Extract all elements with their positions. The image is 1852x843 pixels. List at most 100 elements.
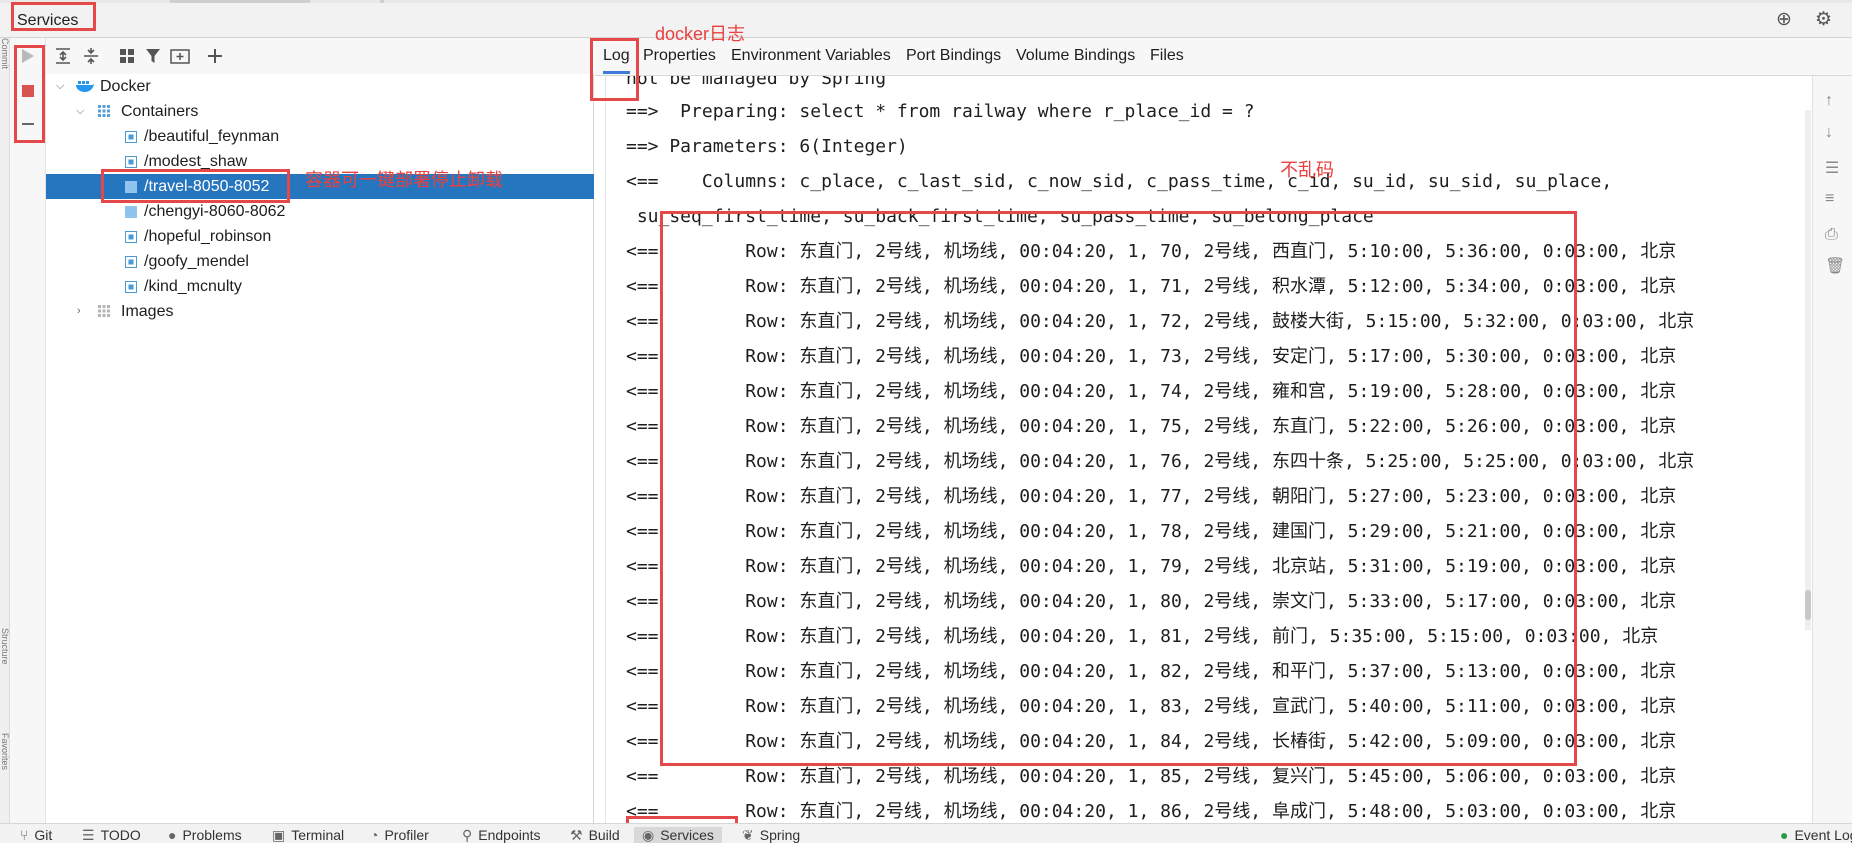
list-icon: ☰ bbox=[82, 827, 95, 843]
container-icon bbox=[125, 156, 137, 168]
tree-node-containers[interactable]: ⌵ Containers bbox=[46, 99, 594, 124]
scrollbar-thumb[interactable] bbox=[1805, 590, 1811, 620]
scroll-to-end-icon[interactable]: ≡ bbox=[1825, 190, 1834, 208]
bottom-tab-spring[interactable]: ❦ Spring bbox=[742, 827, 800, 843]
soft-wrap-icon[interactable]: ☰ bbox=[1825, 158, 1839, 178]
log-line: <== Row: 东直门, 2号线, 机场线, 00:04:20, 1, 86,… bbox=[626, 801, 1677, 822]
bottom-tab-event-log[interactable]: ● Event Log bbox=[1780, 827, 1852, 843]
spring-icon: ❦ bbox=[742, 827, 754, 843]
build-icon: ⚒ bbox=[570, 827, 583, 843]
annotation-box-log-tab bbox=[590, 38, 639, 101]
filter-icon[interactable] bbox=[144, 47, 162, 65]
annotation-container-actions: 容器可一键部署停止卸载 bbox=[305, 170, 503, 190]
bottom-tool-bar: ⑂ Git ☰ TODO ● Problems ▣ Terminal ◔ Profiler… bbox=[0, 823, 1852, 843]
bottom-tab-build[interactable]: ⚒ Build bbox=[570, 827, 620, 843]
new-group-icon[interactable] bbox=[170, 47, 190, 65]
container-icon bbox=[125, 131, 137, 143]
bottom-tab-label: Endpoints bbox=[478, 827, 541, 843]
trash-icon[interactable]: 🗑 bbox=[1825, 256, 1845, 276]
side-label-structure[interactable]: Structure bbox=[0, 628, 10, 718]
tree-node-images[interactable]: › Images bbox=[46, 299, 594, 324]
tree-node-label: Images bbox=[121, 303, 174, 320]
containers-icon bbox=[98, 105, 110, 117]
container-icon bbox=[125, 231, 137, 243]
info-icon: ● bbox=[168, 827, 177, 843]
expand-all-icon[interactable] bbox=[54, 47, 72, 65]
container-name: /goofy_mendel bbox=[144, 253, 249, 270]
bottom-tab-problems[interactable]: ● Problems bbox=[168, 827, 242, 843]
container-action-toolbar bbox=[10, 38, 46, 823]
tree-container-item[interactable]: /goofy_mendel bbox=[46, 249, 594, 274]
services-toolbar bbox=[46, 38, 594, 74]
log-line: ==> Preparing: select * from railway whe… bbox=[626, 101, 1255, 122]
scroll-down-icon[interactable]: ↓ bbox=[1825, 124, 1833, 142]
chevron-right-icon[interactable]: › bbox=[77, 299, 81, 324]
annotation-docker-log: docker日志 bbox=[655, 24, 746, 44]
left-side-strip: Commit Structure Favorites bbox=[0, 38, 10, 823]
add-icon[interactable] bbox=[206, 47, 224, 65]
tree-container-item[interactable]: /hopeful_robinson bbox=[46, 224, 594, 249]
tree-node-label: Docker bbox=[100, 78, 151, 95]
endpoints-icon: ⚲ bbox=[462, 827, 473, 843]
log-line: ==> Parameters: 6(Integer) bbox=[626, 136, 908, 157]
scroll-up-icon[interactable]: ↑ bbox=[1825, 92, 1833, 110]
container-name: /beautiful_feynman bbox=[144, 128, 280, 145]
log-tool-column: ↑ ↓ ☰ ≡ ⎙ 🗑 bbox=[1812, 76, 1852, 823]
annotation-box-services-title bbox=[11, 2, 96, 31]
container-icon bbox=[125, 281, 137, 293]
container-name: /kind_mcnulty bbox=[144, 278, 242, 295]
tab-files[interactable]: Files bbox=[1150, 47, 1184, 65]
print-icon[interactable]: ⎙ bbox=[1825, 226, 1838, 244]
bottom-tab-label: Problems bbox=[182, 827, 242, 843]
bottom-tab-label: Spring bbox=[759, 827, 801, 843]
container-icon bbox=[125, 256, 137, 268]
group-icon[interactable] bbox=[118, 47, 136, 65]
bottom-tab-terminal[interactable]: ▣ Terminal bbox=[272, 827, 344, 843]
detail-tab-bar: Log Properties Environment Variables Por… bbox=[595, 38, 1852, 76]
git-icon: ⑂ bbox=[20, 827, 29, 843]
tree-node-label: Containers bbox=[121, 103, 199, 120]
tree-container-item[interactable]: /kind_mcnulty bbox=[46, 274, 594, 299]
bottom-tab-label: Terminal bbox=[291, 827, 345, 843]
log-line: <== Columns: c_place, c_last_sid, c_now_… bbox=[626, 171, 1613, 192]
annotation-box-log-rows bbox=[660, 211, 1577, 766]
chevron-down-icon[interactable]: ⌵ bbox=[76, 99, 84, 124]
bottom-tab-git[interactable]: ⑂ Git bbox=[20, 827, 52, 843]
services-title-bar: Services ⊕ ⚙ bbox=[0, 3, 1852, 38]
tree-container-item[interactable]: /beautiful_feynman bbox=[46, 124, 594, 149]
bottom-tab-label: Git bbox=[34, 827, 53, 843]
annotation-box-action-buttons bbox=[14, 45, 45, 143]
bottom-tab-label: Services bbox=[660, 827, 714, 843]
ide-window: { "title": "Services", "toolbar": {"icon… bbox=[0, 0, 1852, 843]
tab-port-bindings[interactable]: Port Bindings bbox=[906, 47, 1001, 65]
bottom-tab-endpoints[interactable]: ⚲ Endpoints bbox=[462, 827, 541, 843]
bottom-tab-label: Build bbox=[588, 827, 620, 843]
side-label-favorites[interactable]: Favorites bbox=[0, 733, 10, 813]
bottom-tab-profiler[interactable]: ◔ Profiler bbox=[370, 827, 429, 843]
event-log-icon: ● bbox=[1780, 827, 1789, 843]
bottom-tab-label: Profiler bbox=[384, 827, 429, 843]
tab-environment-variables[interactable]: Environment Variables bbox=[731, 47, 891, 65]
bottom-tab-label: TODO bbox=[100, 827, 141, 843]
side-label-commit[interactable]: Commit bbox=[0, 38, 10, 78]
tab-properties[interactable]: Properties bbox=[643, 47, 716, 65]
log-line: not be managed by Spring bbox=[626, 76, 887, 89]
gear-icon[interactable]: ⚙ bbox=[1815, 10, 1832, 30]
annotation-box-selected-container bbox=[101, 169, 290, 203]
globe-icon[interactable]: ⊕ bbox=[1776, 10, 1792, 30]
services-icon: ◉ bbox=[642, 827, 655, 843]
annotation-no-garble: 不乱码 bbox=[1280, 160, 1334, 180]
container-icon bbox=[125, 206, 137, 218]
bottom-tab-todo[interactable]: ☰ TODO bbox=[82, 827, 141, 843]
profiler-icon: ◔ bbox=[370, 827, 379, 843]
chevron-down-icon[interactable]: ⌵ bbox=[56, 74, 64, 99]
tree-node-docker[interactable]: ⌵ Docker bbox=[46, 74, 594, 99]
container-name: /hopeful_robinson bbox=[144, 228, 272, 245]
log-scrollbar[interactable] bbox=[1805, 110, 1811, 630]
tab-volume-bindings[interactable]: Volume Bindings bbox=[1016, 47, 1135, 65]
collapse-all-icon[interactable] bbox=[82, 47, 100, 65]
terminal-icon: ▣ bbox=[272, 827, 286, 843]
bottom-tab-label: Event Log bbox=[1794, 827, 1852, 843]
bottom-tab-services[interactable]: ◉ Services bbox=[634, 827, 722, 843]
docker-icon bbox=[76, 81, 94, 92]
